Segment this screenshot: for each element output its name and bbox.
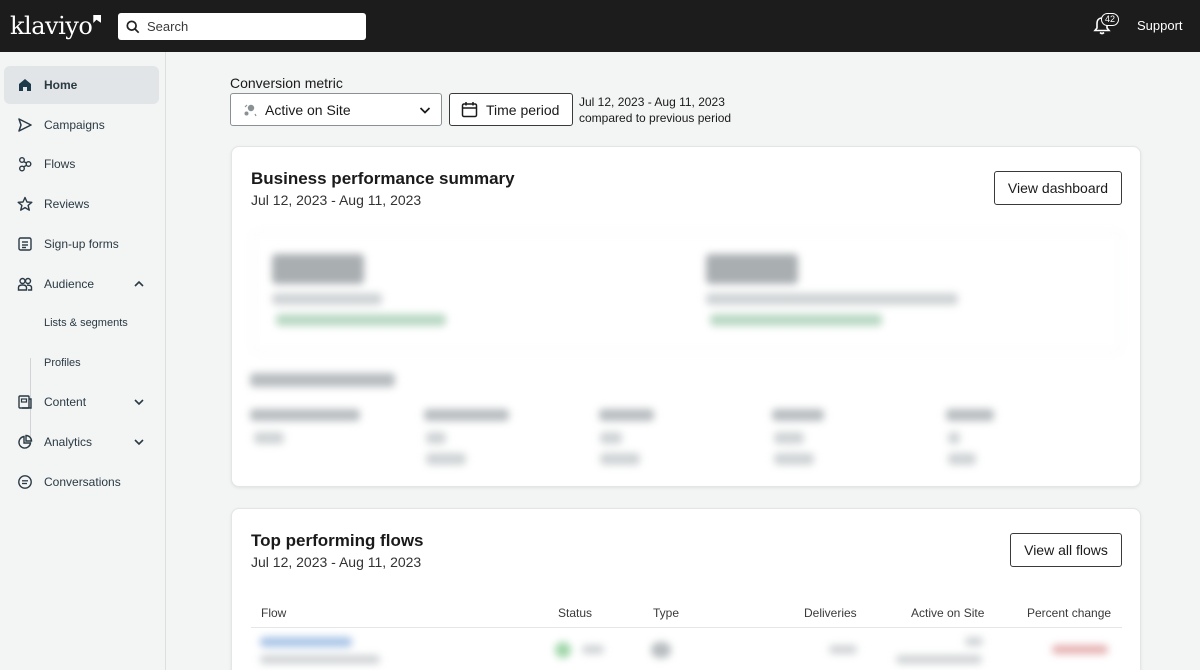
chevron-down-icon	[419, 107, 431, 114]
sidebar-item-content[interactable]: Content	[4, 383, 159, 421]
blurred-line	[426, 432, 446, 444]
sidebar-item-flows[interactable]: Flows	[4, 145, 159, 183]
sidebar: Home Campaigns Flows Reviews Sign-up for…	[0, 52, 166, 670]
blurred-line	[272, 293, 382, 305]
search-box[interactable]	[118, 13, 366, 40]
blurred-line	[706, 293, 958, 305]
conversion-metric-label: Conversion metric	[230, 75, 343, 91]
table-header-divider	[251, 627, 1122, 628]
send-icon	[17, 117, 33, 133]
column-header-type[interactable]: Type	[653, 606, 679, 620]
chevron-down-icon	[134, 439, 144, 446]
flows-icon	[17, 156, 33, 172]
blurred-line	[710, 314, 882, 326]
blurred-summary-box	[252, 232, 1122, 352]
blurred-line	[948, 432, 960, 444]
business-summary-date: Jul 12, 2023 - Aug 11, 2023	[251, 192, 422, 208]
sidebar-item-label: Home	[44, 78, 78, 92]
search-input[interactable]	[147, 19, 347, 34]
sidebar-item-label: Reviews	[44, 197, 90, 211]
sidebar-item-label: Audience	[44, 277, 95, 291]
blurred-line	[829, 645, 857, 654]
time-period-button[interactable]: Time period	[449, 93, 573, 126]
sidebar-item-label: Conversations	[44, 475, 121, 489]
comparison-text: compared to previous period	[579, 111, 732, 125]
column-header-active-on-site[interactable]: Active on Site	[911, 606, 984, 620]
top-flows-date: Jul 12, 2023 - Aug 11, 2023	[251, 554, 422, 570]
star-icon	[17, 196, 33, 212]
view-all-flows-button[interactable]: View all flows	[1010, 533, 1122, 567]
date-range-text: Jul 12, 2023 - Aug 11, 2023	[579, 95, 725, 109]
blurred-line	[965, 637, 983, 646]
search-icon	[126, 19, 140, 33]
sidebar-item-signup-forms[interactable]: Sign-up forms	[4, 225, 159, 263]
klaviyo-logo[interactable]: klaviyo	[10, 12, 102, 40]
chevron-up-icon	[134, 280, 144, 287]
sidebar-item-campaigns[interactable]: Campaigns	[4, 106, 159, 144]
blurred-line	[426, 453, 466, 465]
home-icon	[17, 77, 33, 93]
content-icon	[17, 394, 33, 410]
sidebar-item-label: Flows	[44, 157, 76, 171]
blurred-line	[250, 373, 395, 387]
sidebar-item-analytics[interactable]: Analytics	[4, 423, 159, 461]
logo-flag-icon	[93, 15, 102, 23]
blurred-line	[276, 314, 446, 326]
blurred-line	[948, 453, 976, 465]
blurred-line	[600, 453, 640, 465]
sidebar-item-conversations[interactable]: Conversations	[4, 463, 159, 501]
notification-badge: 42	[1101, 13, 1120, 26]
support-link[interactable]: Support	[1137, 18, 1183, 33]
metric-icon	[244, 104, 257, 116]
business-summary-card: Business performance summary Jul 12, 202…	[231, 146, 1141, 487]
time-period-label: Time period	[486, 101, 560, 118]
conversion-metric-value: Active on Site	[265, 101, 351, 118]
blurred-line	[599, 409, 654, 421]
column-header-deliveries[interactable]: Deliveries	[804, 606, 857, 620]
date-range-info: Jul 12, 2023 - Aug 11, 2023 compared to …	[579, 94, 731, 126]
sidebar-item-label: Content	[44, 395, 87, 409]
sidebar-item-profiles[interactable]: Profiles	[44, 357, 81, 369]
sidebar-item-label: Campaigns	[44, 118, 105, 132]
blurred-status-dot	[555, 642, 571, 658]
blurred-line	[582, 645, 604, 654]
top-flows-title: Top performing flows	[251, 531, 424, 550]
view-dashboard-button[interactable]: View dashboard	[994, 171, 1122, 205]
blurred-line	[424, 409, 509, 421]
blurred-line	[250, 409, 360, 421]
blurred-flow-name	[260, 637, 352, 647]
sidebar-item-label: Analytics	[44, 435, 93, 449]
column-header-status[interactable]: Status	[558, 606, 592, 620]
blurred-line	[774, 432, 804, 444]
blurred-value	[706, 254, 798, 284]
business-summary-title: Business performance summary	[251, 169, 515, 188]
blurred-percent	[1052, 645, 1108, 654]
calendar-icon	[461, 102, 478, 118]
column-header-percent-change[interactable]: Percent change	[1027, 606, 1111, 620]
top-bar: klaviyo 42 Support	[0, 0, 1200, 52]
users-icon	[17, 276, 33, 292]
blurred-line	[774, 453, 814, 465]
logo-text: klaviyo	[10, 12, 93, 40]
column-header-flow[interactable]: Flow	[261, 606, 286, 620]
form-icon	[17, 236, 33, 252]
conversion-metric-select[interactable]: Active on Site	[230, 93, 442, 126]
blurred-line	[600, 432, 622, 444]
sidebar-item-lists-segments[interactable]: Lists & segments	[44, 317, 128, 329]
blurred-type-icon	[651, 642, 671, 658]
top-flows-card: Top performing flows Jul 12, 2023 - Aug …	[231, 508, 1141, 670]
blurred-line	[946, 409, 994, 421]
blurred-line	[254, 432, 284, 444]
blurred-line	[772, 409, 824, 421]
analytics-icon	[17, 434, 33, 450]
blurred-line	[260, 655, 380, 664]
sidebar-item-home[interactable]: Home	[4, 66, 159, 104]
sidebar-item-reviews[interactable]: Reviews	[4, 185, 159, 223]
sidebar-item-label: Sign-up forms	[44, 237, 119, 251]
sidebar-item-audience[interactable]: Audience	[4, 265, 159, 303]
blurred-line	[896, 655, 982, 664]
chat-icon	[17, 474, 33, 490]
chevron-down-icon	[134, 399, 144, 406]
blurred-value	[272, 254, 364, 284]
